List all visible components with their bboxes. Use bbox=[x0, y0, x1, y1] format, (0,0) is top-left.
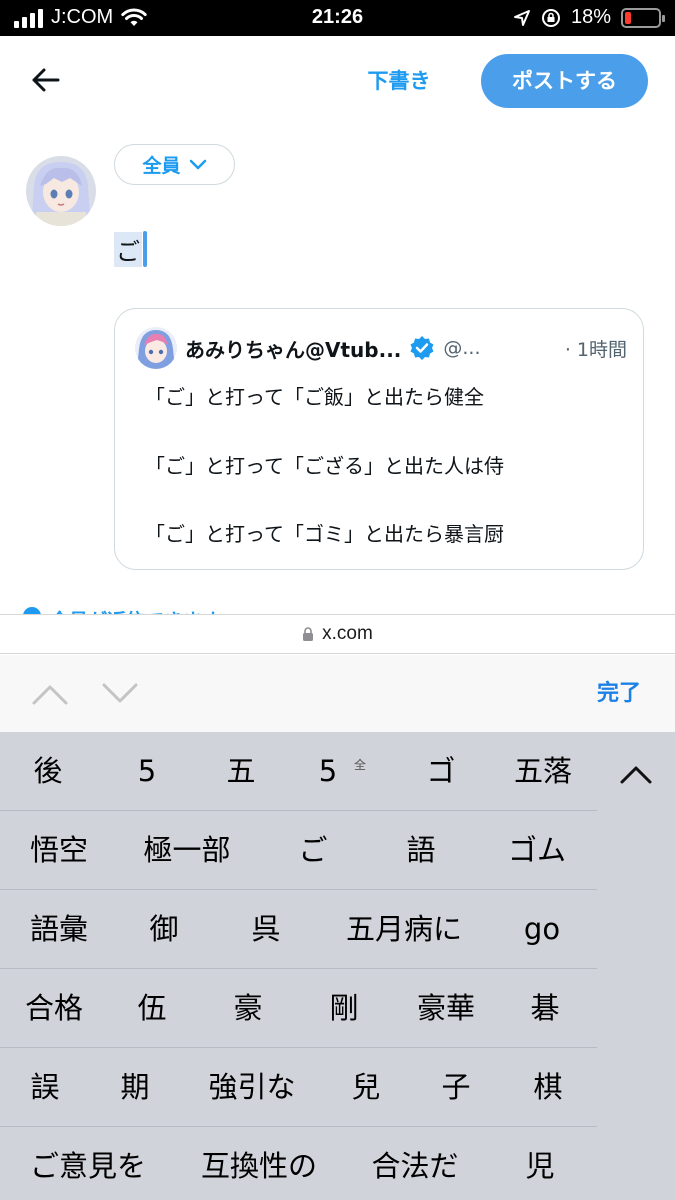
candidate[interactable]: go bbox=[524, 890, 560, 969]
previous-field-icon[interactable] bbox=[30, 675, 70, 711]
quoted-text-line: 「ご」と打って「ご飯」と出たら健全 bbox=[145, 385, 484, 409]
candidate[interactable]: 児 bbox=[525, 1127, 554, 1200]
quoted-text-line: 「ご」と打って「ゴミ」と出たら暴言厨 bbox=[145, 522, 504, 546]
browser-url-bar[interactable]: x.com bbox=[0, 614, 675, 654]
done-button[interactable]: 完了 bbox=[588, 672, 650, 716]
candidate[interactable]: 剛 bbox=[329, 969, 358, 1048]
candidate[interactable]: 後 bbox=[33, 732, 62, 811]
back-arrow-icon[interactable] bbox=[28, 62, 64, 98]
url-text: x.com bbox=[322, 623, 373, 644]
candidate[interactable]: 誤 bbox=[30, 1048, 59, 1127]
quoted-timestamp: · 1時間 bbox=[564, 338, 627, 361]
candidate-row: 悟空 極一部 ご 語 ゴム bbox=[0, 811, 597, 890]
candidate-row: 後 5 五 5 全 ゴ 五落 bbox=[0, 732, 597, 811]
chevron-down-icon bbox=[189, 159, 206, 169]
candidate[interactable]: 合法だ bbox=[371, 1127, 458, 1200]
candidate[interactable]: 5 bbox=[319, 732, 337, 811]
candidate[interactable]: 合格 bbox=[25, 969, 83, 1048]
candidate-row: ご意見を 互換性の 合法だ 児 bbox=[0, 1127, 597, 1200]
battery-percent: 18% bbox=[570, 6, 611, 28]
lock-icon bbox=[303, 627, 314, 641]
next-field-icon[interactable] bbox=[100, 675, 140, 711]
candidate[interactable]: 五落 bbox=[514, 732, 572, 811]
candidate-row: 合格 伍 豪 剛 豪華 碁 bbox=[0, 969, 597, 1048]
candidate[interactable]: 5 bbox=[138, 732, 156, 811]
candidate[interactable]: 五 bbox=[226, 732, 255, 811]
candidate[interactable]: ご意見を bbox=[30, 1127, 146, 1200]
candidate[interactable]: 期 bbox=[120, 1048, 149, 1127]
candidate[interactable]: 強引な bbox=[208, 1048, 295, 1127]
location-arrow-icon bbox=[513, 9, 530, 26]
candidate[interactable]: ご bbox=[298, 811, 327, 890]
text-caret bbox=[143, 231, 147, 267]
audience-selector[interactable]: 全員 bbox=[114, 144, 235, 185]
candidate[interactable]: 互換性の bbox=[201, 1127, 317, 1200]
keyboard-accessory-bar bbox=[0, 655, 675, 732]
quoted-display-name: あみりちゃん@Vtub... bbox=[185, 337, 402, 362]
avatar[interactable] bbox=[26, 156, 96, 226]
candidate[interactable]: 豪 bbox=[233, 969, 262, 1048]
candidate[interactable]: 子 bbox=[441, 1048, 470, 1127]
typed-text: ご bbox=[114, 231, 142, 267]
verified-badge-icon bbox=[410, 336, 434, 360]
candidate[interactable]: 棋 bbox=[533, 1048, 562, 1127]
orientation-lock-icon bbox=[541, 8, 560, 27]
candidate[interactable]: 兒 bbox=[351, 1048, 380, 1127]
fullwidth-marker: 全 bbox=[354, 758, 367, 772]
quoted-text-line: 「ご」と打って「ござる」と出た人は侍 bbox=[145, 454, 504, 478]
candidate[interactable]: 語彙 bbox=[30, 890, 88, 969]
candidate[interactable]: 伍 bbox=[137, 969, 166, 1048]
candidate[interactable]: 悟空 bbox=[30, 811, 88, 890]
drafts-button[interactable]: 下書き bbox=[350, 64, 448, 98]
candidate[interactable]: 呉 bbox=[251, 890, 280, 969]
candidate[interactable]: 碁 bbox=[530, 969, 559, 1048]
quoted-handle: @... bbox=[443, 337, 481, 359]
post-button[interactable]: ポストする bbox=[481, 54, 648, 108]
candidate[interactable]: ゴ bbox=[426, 732, 455, 811]
candidate[interactable]: 語 bbox=[406, 811, 435, 890]
candidate[interactable]: 御 bbox=[149, 890, 178, 969]
candidate-row: 語彙 御 呉 五月病に go bbox=[0, 890, 597, 969]
audience-label: 全員 bbox=[142, 155, 181, 177]
candidate-row: 誤 期 強引な 兒 子 棋 bbox=[0, 1048, 597, 1127]
compose-text-field[interactable]: ご bbox=[114, 229, 147, 269]
battery-icon bbox=[621, 7, 665, 28]
chevron-up-icon[interactable] bbox=[608, 752, 664, 796]
quoted-avatar bbox=[135, 327, 177, 369]
status-bar: J:COM 21:26 18% bbox=[0, 0, 675, 36]
keyboard-candidates: 後 5 五 5 全 ゴ 五落 悟空 極一部 ご 語 ゴム 語彙 御 呉 五月病に… bbox=[0, 732, 675, 1200]
candidate[interactable]: 極一部 bbox=[143, 811, 230, 890]
quoted-post[interactable]: あみりちゃん@Vtub... @... · 1時間 「ご」と打って「ご飯」と出た… bbox=[114, 308, 644, 570]
candidate[interactable]: 五月病に bbox=[346, 890, 462, 969]
candidate[interactable]: ゴム bbox=[508, 811, 566, 890]
battery-level bbox=[625, 11, 631, 24]
candidate[interactable]: 豪華 bbox=[417, 969, 475, 1048]
